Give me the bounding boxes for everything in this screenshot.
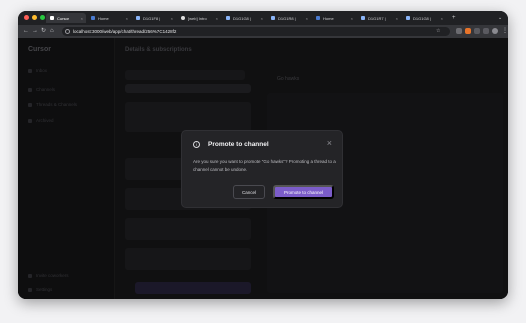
browser-tab[interactable]: D1G1F8 | × [132,13,176,23]
close-icon[interactable]: × [327,138,332,148]
tab-favicon-icon [316,16,320,20]
dialog-message: Are you sure you want to promote "Go haw… [193,159,336,172]
tab-label: Cursor [57,15,70,21]
tab-label: Home [98,15,109,21]
tab-close-icon[interactable]: × [351,16,353,21]
url-text: localhost:3000/web/app/chat/thread/256%7… [73,29,177,34]
browser-tab[interactable]: D1G1R8 | × [267,13,311,23]
tab-favicon-icon [181,16,185,20]
promote-to-channel-button[interactable]: Promote to channel [273,185,334,199]
maximize-window-button[interactable] [40,15,45,20]
tab-label: D1G1R8 | [278,15,296,21]
promote-dialog: i Promote to channel × Are you sure you … [181,130,343,208]
home-icon[interactable]: ⌂ [50,28,54,35]
extension-icon[interactable] [474,28,480,34]
tab-favicon-icon [361,16,365,20]
bookmark-star-icon[interactable]: ☆ [436,28,440,35]
profile-avatar[interactable] [492,28,498,34]
info-icon: i [193,141,200,148]
tab-label: [web] Intro [188,15,207,21]
dialog-title: Promote to channel [208,141,269,148]
tab-label: Home [323,15,334,21]
tab-label: D1G1G8 | [233,15,251,21]
cancel-button[interactable]: Cancel [233,185,265,199]
tab-favicon-icon [226,16,230,20]
extension-icon[interactable] [483,28,489,34]
tab-close-icon[interactable]: × [216,16,218,21]
browser-tab[interactable]: Cursor × [46,13,86,23]
extension-icon[interactable] [465,28,471,34]
back-icon[interactable]: ← [23,28,29,35]
close-window-button[interactable] [24,15,29,20]
tab-favicon-icon [136,16,140,20]
tab-close-icon[interactable]: × [396,16,398,21]
tab-close-icon[interactable]: × [306,16,308,21]
new-tab-button[interactable]: + [448,13,458,23]
tab-favicon-icon [91,16,95,20]
browser-tab[interactable]: D1G1G8 | × [222,13,266,23]
browser-tab[interactable]: [web] Intro × [177,13,221,23]
reload-icon[interactable]: ↻ [41,28,46,35]
address-bar: ← → ↻ ⌂ localhost:3000/web/app/chat/thre… [18,25,508,38]
site-info-icon[interactable] [65,29,70,34]
tab-favicon-icon [50,16,54,20]
tab-favicon-icon [271,16,275,20]
browser-menu-icon[interactable]: ⋮ [502,28,508,35]
tab-close-icon[interactable]: × [81,16,83,21]
tab-close-icon[interactable]: × [126,16,128,21]
tab-close-icon[interactable]: × [171,16,173,21]
forward-icon[interactable]: → [32,28,38,35]
browser-tab[interactable]: Home × [312,13,356,23]
minimize-window-button[interactable] [32,15,37,20]
tab-bar: Cursor × Home × D1G1F8 | × [web] Intro × D1G… [18,11,508,25]
tab-label: D1G1F8 | [143,15,161,21]
browser-tab[interactable]: D1G1G8 | × [402,13,446,23]
url-input[interactable]: localhost:3000/web/app/chat/thread/256%7… [62,27,450,36]
extension-icon[interactable] [456,28,462,34]
tab-close-icon[interactable]: × [261,16,263,21]
tab-close-icon[interactable]: × [441,16,443,21]
browser-tab[interactable]: Home × [87,13,131,23]
browser-tab[interactable]: D1G1R7 | × [357,13,401,23]
tab-label: D1G1G8 | [413,15,431,21]
tab-label: D1G1R7 | [368,15,386,21]
tab-favicon-icon [406,16,410,20]
tab-search-button[interactable]: ⌄ [494,13,504,23]
window-controls [24,15,45,20]
